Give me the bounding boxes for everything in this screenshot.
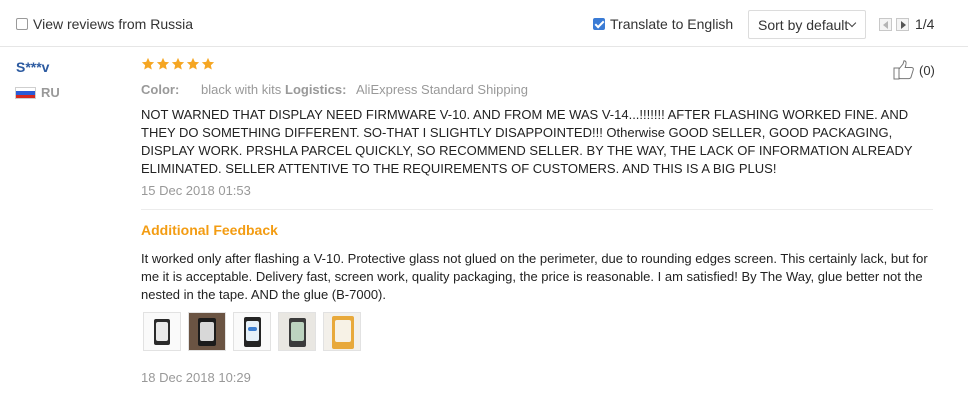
reviewer-country: RU (41, 85, 60, 100)
like-count: (0) (919, 63, 935, 78)
color-key: Color: (141, 82, 180, 97)
reviewer-name[interactable]: S***v (16, 59, 49, 75)
star-icon (156, 57, 170, 70)
review-photo-thumbnail[interactable] (278, 312, 316, 351)
chevron-right-icon (901, 21, 906, 29)
star-icon (141, 57, 155, 70)
additional-feedback-date: 18 Dec 2018 10:29 (141, 370, 251, 385)
review-photo-thumbnail[interactable] (233, 312, 271, 351)
like-button[interactable]: (0) (893, 60, 935, 85)
star-icon (171, 57, 185, 70)
translate-label[interactable]: Translate to English (610, 16, 733, 32)
thumbs-up-icon (893, 60, 914, 80)
additional-feedback-text: It worked only after flashing a V-10. Pr… (141, 251, 928, 302)
translate-checkbox[interactable] (593, 18, 605, 30)
additional-feedback-title: Additional Feedback (141, 222, 278, 238)
sort-dropdown-label: Sort by default (758, 17, 849, 33)
chevron-left-icon (883, 21, 888, 29)
chevron-down-icon (847, 18, 857, 28)
view-reviews-russia-label[interactable]: View reviews from Russia (33, 16, 193, 32)
star-rating (141, 57, 215, 71)
review-photos (143, 312, 361, 351)
color-value: black with kits (201, 82, 282, 97)
review-photo-thumbnail[interactable] (188, 312, 226, 351)
next-page-button[interactable] (896, 18, 909, 31)
russia-flag-icon (15, 87, 36, 99)
star-icon (201, 57, 215, 70)
sort-dropdown[interactable]: Sort by default (748, 10, 866, 39)
review-date: 15 Dec 2018 01:53 (141, 183, 251, 198)
review-toolbar: View reviews from Russia Translate to En… (0, 0, 968, 47)
star-icon (186, 57, 200, 70)
review-photo-thumbnail[interactable] (143, 312, 181, 351)
logistics-value: AliExpress Standard Shipping (356, 82, 528, 97)
divider (141, 209, 933, 210)
page-indicator: 1/4 (915, 16, 935, 32)
review-photo-thumbnail[interactable] (323, 312, 361, 351)
view-reviews-russia-checkbox[interactable] (16, 18, 28, 30)
review-text: NOT WARNED THAT DISPLAY NEED FIRMWARE V-… (141, 107, 913, 176)
logistics-key: Logistics: (285, 82, 347, 97)
prev-page-button[interactable] (879, 18, 892, 31)
